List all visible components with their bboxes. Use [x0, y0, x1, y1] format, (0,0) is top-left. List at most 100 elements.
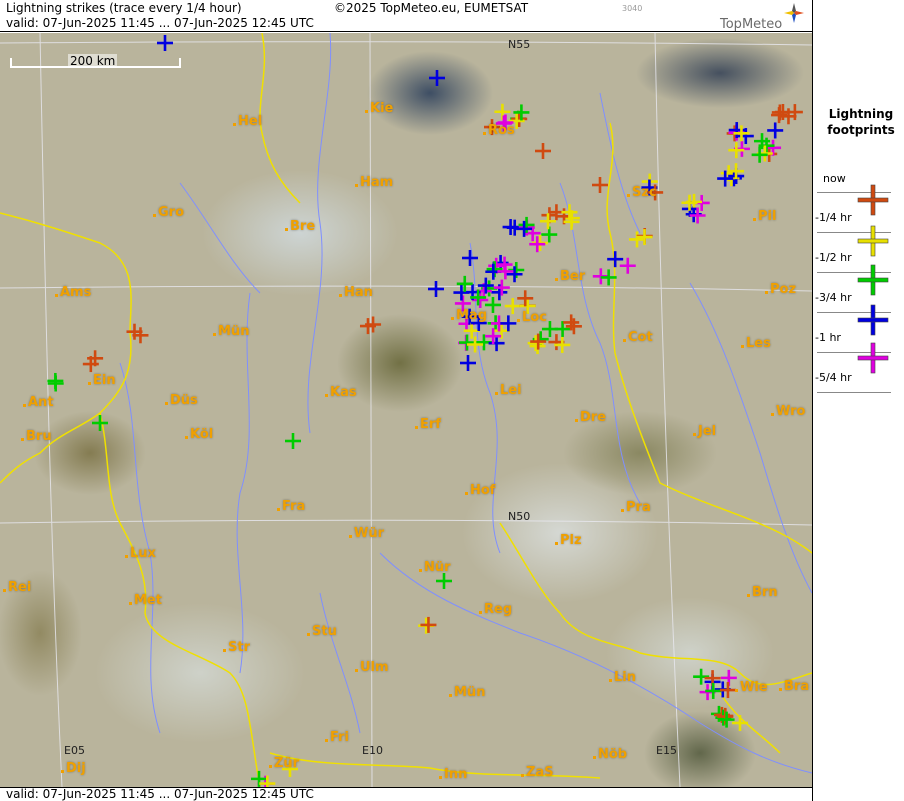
city-label: Dre — [574, 410, 607, 425]
city-label: Les — [741, 336, 771, 351]
country-borders — [0, 33, 812, 787]
lightning-strike-icon — [565, 318, 582, 335]
city-label: Ulm — [355, 660, 389, 675]
compass-star-icon — [784, 3, 804, 23]
topmeteo-logo[interactable]: TopMeteo — [720, 17, 782, 32]
grid-label-n55: N55 — [508, 38, 531, 51]
city-label: Str — [223, 640, 250, 655]
lightning-strike-icon — [592, 177, 608, 193]
valid-time-top: valid: 07-Jun-2025 11:45 ... 07-Jun-2025… — [6, 16, 314, 30]
legend-title: Lightning footprints — [827, 107, 895, 137]
city-label: Dij — [61, 761, 86, 776]
lightning-strike-icon — [453, 284, 470, 301]
city-label: Wie — [735, 680, 768, 695]
scale-tick-right — [179, 58, 181, 68]
city-label: Pra — [621, 500, 651, 515]
lightning-strike-icon — [494, 103, 511, 120]
city-label: Fri — [325, 730, 349, 745]
map-footer: valid: 07-Jun-2025 11:45 ... 07-Jun-2025… — [0, 787, 812, 801]
legend-label-hour: -1 hr — [815, 331, 841, 344]
map-code: 3040 — [622, 4, 643, 13]
cross-quarter-icon — [857, 184, 889, 216]
city-label: Fra — [276, 499, 306, 514]
lightning-legend: Lightning footprints now -1/4 hr -1/2 hr… — [812, 0, 904, 801]
city-label: Lei — [495, 383, 522, 398]
map-title: Lightning strikes (trace every 1/4 hour) — [6, 1, 242, 15]
lightning-strike-icon — [429, 70, 445, 86]
cross-three-quarter-icon — [857, 264, 889, 296]
city-label: Gro — [152, 205, 185, 220]
city-label: Bra — [778, 679, 810, 694]
city-label: Zür — [268, 756, 300, 771]
city-label: Wür — [348, 526, 385, 541]
legend-label-five-quarter: -5/4 hr — [815, 371, 852, 384]
scale-bar: 200 km — [10, 54, 181, 70]
city-label: Hel — [232, 114, 263, 129]
map-overlay — [0, 33, 812, 787]
city-label: Köl — [184, 427, 214, 442]
city-label: Kie — [364, 101, 394, 116]
city-label: Mün — [448, 685, 486, 700]
rivers — [119, 33, 812, 774]
city-label: Plz — [555, 533, 582, 548]
city-label: Nür — [419, 560, 451, 575]
city-label: Ham — [354, 175, 394, 190]
lightning-strike-icon — [517, 290, 534, 307]
city-label: Pil — [752, 209, 777, 224]
lightning-strike-icon — [420, 616, 437, 633]
city-label: Ein — [88, 373, 116, 388]
city-label: Cot — [623, 330, 653, 345]
lightning-strike-icon — [456, 275, 473, 292]
city-label: Stu — [307, 624, 337, 639]
city-label: Ant — [23, 395, 54, 410]
city-label: Szc — [627, 185, 657, 200]
lightning-strike-icon — [436, 573, 452, 589]
cross-half-icon — [857, 225, 889, 257]
lightning-strike-icon — [535, 143, 551, 159]
city-label: ZaS — [521, 765, 554, 780]
lightning-strike-icon — [47, 372, 64, 389]
cross-hour-icon — [857, 304, 889, 336]
scale-tick-left — [10, 58, 12, 68]
city-label: Ros — [483, 123, 515, 138]
city-label: Lux — [125, 546, 156, 561]
lightning-strike-icon — [504, 298, 521, 315]
city-label: Han — [339, 285, 373, 300]
cross-five-quarter-icon — [857, 342, 889, 374]
lightning-strikes — [47, 35, 803, 787]
city-label: Ams — [54, 285, 92, 300]
grid-label-n50: N50 — [508, 510, 531, 523]
lightning-strike-icon — [157, 35, 173, 51]
city-label: Ber — [554, 269, 586, 284]
lightning-strike-icon — [428, 281, 444, 297]
grid-label-e05: E05 — [64, 744, 85, 757]
lightning-strike-icon — [732, 715, 748, 731]
city-label: Jel — [692, 424, 717, 439]
city-label: Bru — [21, 429, 52, 444]
city-label: Mün — [212, 324, 250, 339]
city-label: Brn — [747, 585, 778, 600]
lightning-strike-icon — [502, 219, 519, 236]
city-label: Düs — [165, 393, 198, 408]
lightning-strike-icon — [506, 266, 523, 283]
city-label: Wro — [770, 404, 806, 419]
city-label: Kas — [325, 385, 357, 400]
legend-label-half: -1/2 hr — [815, 251, 852, 264]
lightning-strike-icon — [462, 250, 478, 266]
city-label: Nöb — [592, 747, 628, 762]
city-label: Poz — [764, 282, 797, 297]
city-label: Loc — [517, 310, 547, 325]
city-label: Rei — [2, 580, 32, 595]
city-label: Inn — [438, 767, 468, 782]
lightning-map[interactable]: 200 km N55 N50 E05 E10 E15 Hel Kie Ros H… — [0, 33, 812, 787]
lightning-strike-icon — [460, 355, 476, 371]
grid-label-e10: E10 — [362, 744, 383, 757]
city-label: Erf — [415, 417, 441, 432]
legend-label-quarter: -1/4 hr — [815, 211, 852, 224]
lat-lon-grid — [0, 33, 812, 787]
city-label: Met — [129, 593, 162, 608]
lightning-strike-icon — [467, 336, 484, 353]
lightning-strike-icon — [285, 433, 301, 449]
copyright: ©2025 TopMeteo.eu, EUMETSAT — [334, 1, 529, 15]
lightning-strike-icon — [767, 122, 784, 139]
